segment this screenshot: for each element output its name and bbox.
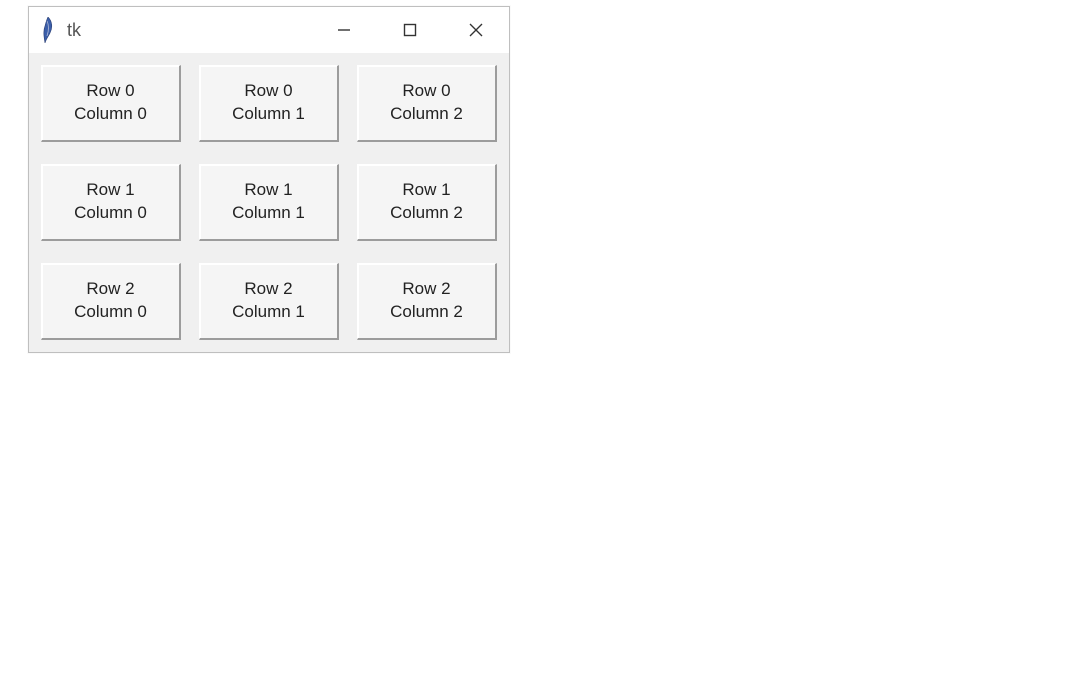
maximize-button[interactable] xyxy=(377,7,443,53)
feather-icon xyxy=(39,16,57,44)
close-button[interactable] xyxy=(443,7,509,53)
titlebar[interactable]: tk xyxy=(29,7,509,53)
close-icon xyxy=(468,22,484,38)
minimize-icon xyxy=(337,23,351,37)
grid-button-r0c2[interactable]: Row 0 Column 2 xyxy=(357,65,497,142)
grid-button-r1c0[interactable]: Row 1 Column 0 xyxy=(41,164,181,241)
grid-button-r0c1[interactable]: Row 0 Column 1 xyxy=(199,65,339,142)
window-title: tk xyxy=(67,20,81,41)
grid-button-r1c2[interactable]: Row 1 Column 2 xyxy=(357,164,497,241)
grid-button-r2c0[interactable]: Row 2 Column 0 xyxy=(41,263,181,340)
grid-button-r1c1[interactable]: Row 1 Column 1 xyxy=(199,164,339,241)
grid-button-r0c0[interactable]: Row 0 Column 0 xyxy=(41,65,181,142)
grid-button-r2c1[interactable]: Row 2 Column 1 xyxy=(199,263,339,340)
app-window: tk Row 0 Column 0 Row 0 Column 1 Row 0 C… xyxy=(28,6,510,353)
minimize-button[interactable] xyxy=(311,7,377,53)
maximize-icon xyxy=(403,23,417,37)
button-grid: Row 0 Column 0 Row 0 Column 1 Row 0 Colu… xyxy=(29,53,509,352)
grid-button-r2c2[interactable]: Row 2 Column 2 xyxy=(357,263,497,340)
